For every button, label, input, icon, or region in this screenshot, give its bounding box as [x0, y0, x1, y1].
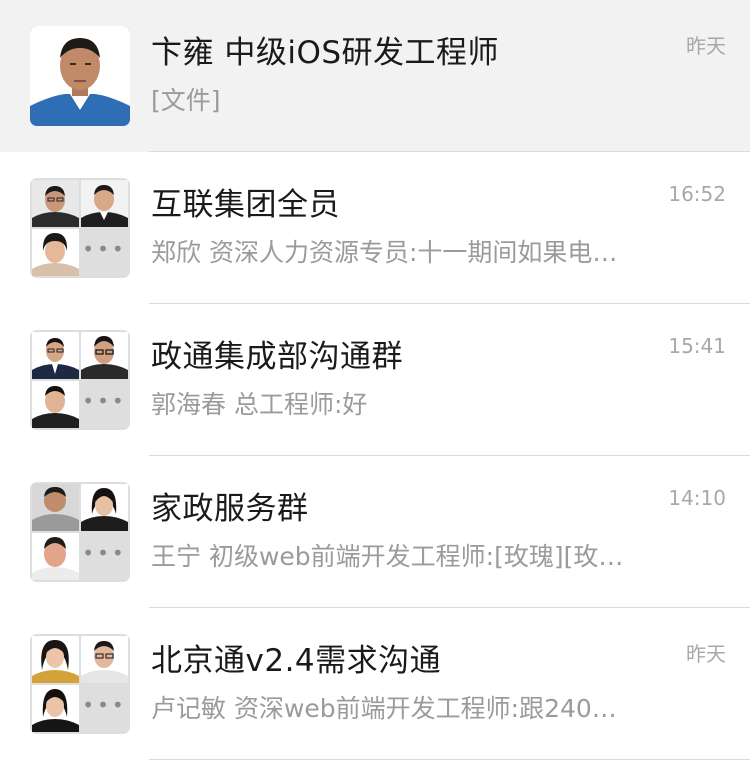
person-portrait-icon	[32, 685, 79, 732]
group-avatar[interactable]: •••	[30, 482, 130, 582]
person-portrait-icon	[32, 636, 79, 683]
person-portrait-icon	[32, 180, 79, 227]
chat-list: 卞雍 中级iOS研发工程师 [文件] 昨天 ••• 互联集团全员 郑欣 资深人力…	[0, 0, 750, 771]
person-portrait-icon	[32, 484, 79, 531]
chat-title: 卞雍 中级iOS研发工程师	[151, 35, 500, 71]
group-avatar[interactable]: •••	[30, 178, 130, 278]
chat-time: 昨天	[686, 34, 726, 58]
chat-row[interactable]: ••• 互联集团全员 郑欣 资深人力资源专员:十一期间如果电… 16:52	[0, 152, 750, 304]
chat-row[interactable]: ••• 北京通v2.4需求沟通 卢记敏 资深web前端开发工程师:跟240… 昨…	[0, 608, 750, 760]
member-avatar	[32, 484, 79, 531]
person-portrait-icon	[32, 229, 79, 276]
group-avatar[interactable]: •••	[30, 634, 130, 734]
member-avatar	[81, 636, 128, 683]
person-portrait-icon	[32, 332, 79, 379]
person-portrait-icon	[81, 636, 128, 683]
chat-preview: 王宁 初级web前端开发工程师:[玫瑰][玫…	[151, 542, 624, 571]
avatar[interactable]	[30, 26, 130, 126]
member-avatar	[32, 381, 79, 428]
chat-row[interactable]: ••• 政通集成部沟通群 郭海春 总工程师:好 15:41	[0, 304, 750, 456]
member-avatar	[81, 180, 128, 227]
chat-preview: [文件]	[151, 86, 221, 115]
chat-row[interactable]: 卞雍 中级iOS研发工程师 [文件] 昨天	[0, 0, 750, 152]
more-members-icon: •••	[81, 533, 128, 580]
chat-preview: 卢记敏 资深web前端开发工程师:跟240…	[151, 694, 617, 723]
group-avatar[interactable]: •••	[30, 330, 130, 430]
more-members-icon: •••	[81, 381, 128, 428]
member-avatar	[32, 533, 79, 580]
member-avatar	[32, 636, 79, 683]
member-avatar	[32, 332, 79, 379]
divider	[149, 759, 750, 760]
member-avatar	[32, 180, 79, 227]
person-portrait-icon	[32, 381, 79, 428]
chat-time: 昨天	[686, 642, 726, 666]
more-members-icon: •••	[81, 229, 128, 276]
member-avatar	[81, 484, 128, 531]
chat-time: 16:52	[668, 182, 726, 206]
chat-preview: 郑欣 资深人力资源专员:十一期间如果电…	[151, 238, 618, 267]
member-avatar	[81, 332, 128, 379]
person-portrait-icon	[30, 26, 130, 126]
person-portrait-icon	[81, 332, 128, 379]
chat-time: 15:41	[668, 334, 726, 358]
chat-title: 互联集团全员	[151, 187, 340, 223]
person-portrait-icon	[81, 484, 128, 531]
member-avatar	[32, 685, 79, 732]
chat-title: 北京通v2.4需求沟通	[151, 643, 442, 679]
more-members-icon: •••	[81, 685, 128, 732]
person-portrait-icon	[32, 533, 79, 580]
member-avatar	[32, 229, 79, 276]
person-portrait-icon	[81, 180, 128, 227]
chat-preview: 郭海春 总工程师:好	[151, 390, 368, 419]
chat-time: 14:10	[668, 486, 726, 510]
chat-row[interactable]: ••• 家政服务群 王宁 初级web前端开发工程师:[玫瑰][玫… 14:10	[0, 456, 750, 608]
chat-title: 政通集成部沟通群	[151, 339, 403, 375]
chat-title: 家政服务群	[151, 491, 309, 527]
